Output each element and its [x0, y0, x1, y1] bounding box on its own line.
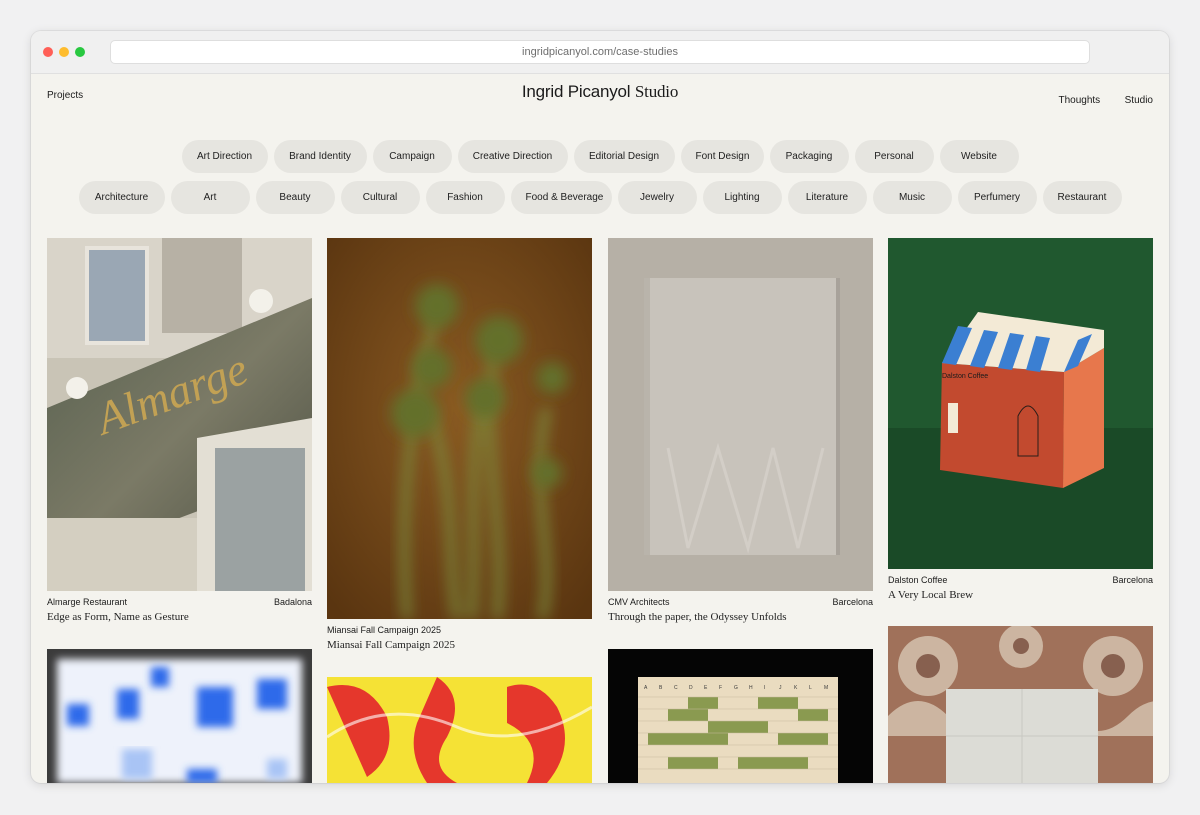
project-client: Miansai Fall Campaign 2025: [327, 625, 442, 635]
filter-pill[interactable]: Literature: [787, 181, 867, 214]
box-label: Dalston Coffee: [942, 373, 988, 380]
filter-pill[interactable]: Fashion: [425, 181, 505, 214]
project-client: Dalston Coffee: [888, 575, 948, 585]
nav-studio-link[interactable]: Studio: [1125, 95, 1153, 106]
filter-pill[interactable]: Website: [939, 140, 1019, 173]
filter-pill[interactable]: Beauty: [255, 181, 335, 214]
project-image: [47, 649, 312, 783]
filter-pill[interactable]: Font Design: [680, 140, 764, 173]
project-image: Dalston Coffee: [888, 238, 1153, 569]
browser-window: ingridpicanyol.com/case-studies Projects…: [31, 31, 1169, 783]
project-card[interactable]: Miansai Fall Campaign 2025 Miansai Fall …: [327, 238, 592, 651]
filter-pill[interactable]: Personal: [854, 140, 934, 173]
chart-letter: D: [689, 685, 693, 691]
filter-pill[interactable]: Campaign: [372, 140, 452, 173]
filter-pill[interactable]: Packaging: [769, 140, 849, 173]
project-card[interactable]: CMV Architects Barcelona Through the pap…: [608, 238, 873, 623]
project-image: [888, 626, 1153, 783]
filter-pill[interactable]: Creative Direction: [457, 140, 568, 173]
chart-letter: F: [719, 685, 722, 691]
maximize-window-button[interactable]: [75, 47, 85, 57]
project-card[interactable]: [327, 677, 592, 783]
project-card[interactable]: Dalston Coffee Dalston Coffee Barcelona …: [888, 238, 1153, 601]
filter-pill[interactable]: Editorial Design: [573, 140, 675, 173]
sector-filters: Architecture Art Beauty Cultural Fashion…: [31, 181, 1169, 214]
project-card[interactable]: [47, 649, 312, 783]
brand-name: Ingrid Picanyol: [521, 82, 631, 101]
nav-right: Thoughts Studio: [1038, 90, 1153, 108]
filter-pill[interactable]: Music: [872, 181, 952, 214]
project-client: CMV Architects: [608, 597, 670, 607]
project-image: ABCDEFGHIJKLM: [608, 649, 873, 783]
filter-pill[interactable]: Art: [170, 181, 250, 214]
project-location: Barcelona: [1112, 575, 1153, 585]
project-image: [327, 238, 592, 619]
project-location: Badalona: [273, 597, 312, 607]
project-image: [608, 238, 873, 591]
brand-suffix: Studio: [634, 82, 679, 101]
filter-pill[interactable]: Art Direction: [181, 140, 268, 173]
chart-letter: C: [674, 685, 678, 691]
browser-titlebar: ingridpicanyol.com/case-studies: [31, 31, 1169, 74]
project-card[interactable]: [888, 626, 1153, 783]
project-subtitle: Through the paper, the Odyssey Unfolds: [608, 611, 787, 623]
discipline-filters: Art Direction Brand Identity Campaign Cr…: [31, 140, 1169, 173]
filter-pill[interactable]: Architecture: [78, 181, 165, 214]
filter-pill[interactable]: Brand Identity: [273, 140, 367, 173]
project-card[interactable]: ABCDEFGHIJKLM: [608, 649, 873, 783]
filter-pill[interactable]: Food & Beverage: [510, 181, 612, 214]
chart-letter: I: [764, 685, 765, 691]
project-subtitle: Edge as Form, Name as Gesture: [47, 611, 189, 623]
project-client: Almarge Restaurant: [47, 597, 128, 607]
project-location: Barcelona: [832, 597, 873, 607]
chart-letter: L: [809, 685, 812, 691]
chart-letter: M: [824, 685, 828, 691]
filter-pill[interactable]: Jewelry: [617, 181, 697, 214]
filter-pill[interactable]: Perfumery: [957, 181, 1037, 214]
close-window-button[interactable]: [43, 47, 53, 57]
site-brand[interactable]: Ingrid Picanyol Studio: [31, 82, 1169, 102]
filter-pill[interactable]: Lighting: [702, 181, 782, 214]
project-image: [327, 677, 592, 783]
project-subtitle: A Very Local Brew: [888, 589, 974, 601]
nav-thoughts-link[interactable]: Thoughts: [1058, 95, 1100, 106]
chart-letter: H: [749, 685, 753, 691]
project-card[interactable]: Almarge Almarge Restaurant Badalona Edge…: [47, 238, 312, 623]
chart-letter: G: [734, 685, 738, 691]
address-bar[interactable]: ingridpicanyol.com/case-studies: [110, 40, 1090, 64]
filter-pill[interactable]: Cultural: [340, 181, 420, 214]
project-image: Almarge: [47, 238, 312, 591]
project-subtitle: Miansai Fall Campaign 2025: [327, 639, 456, 651]
minimize-window-button[interactable]: [59, 47, 69, 57]
filter-pill[interactable]: Restaurant: [1042, 181, 1122, 214]
